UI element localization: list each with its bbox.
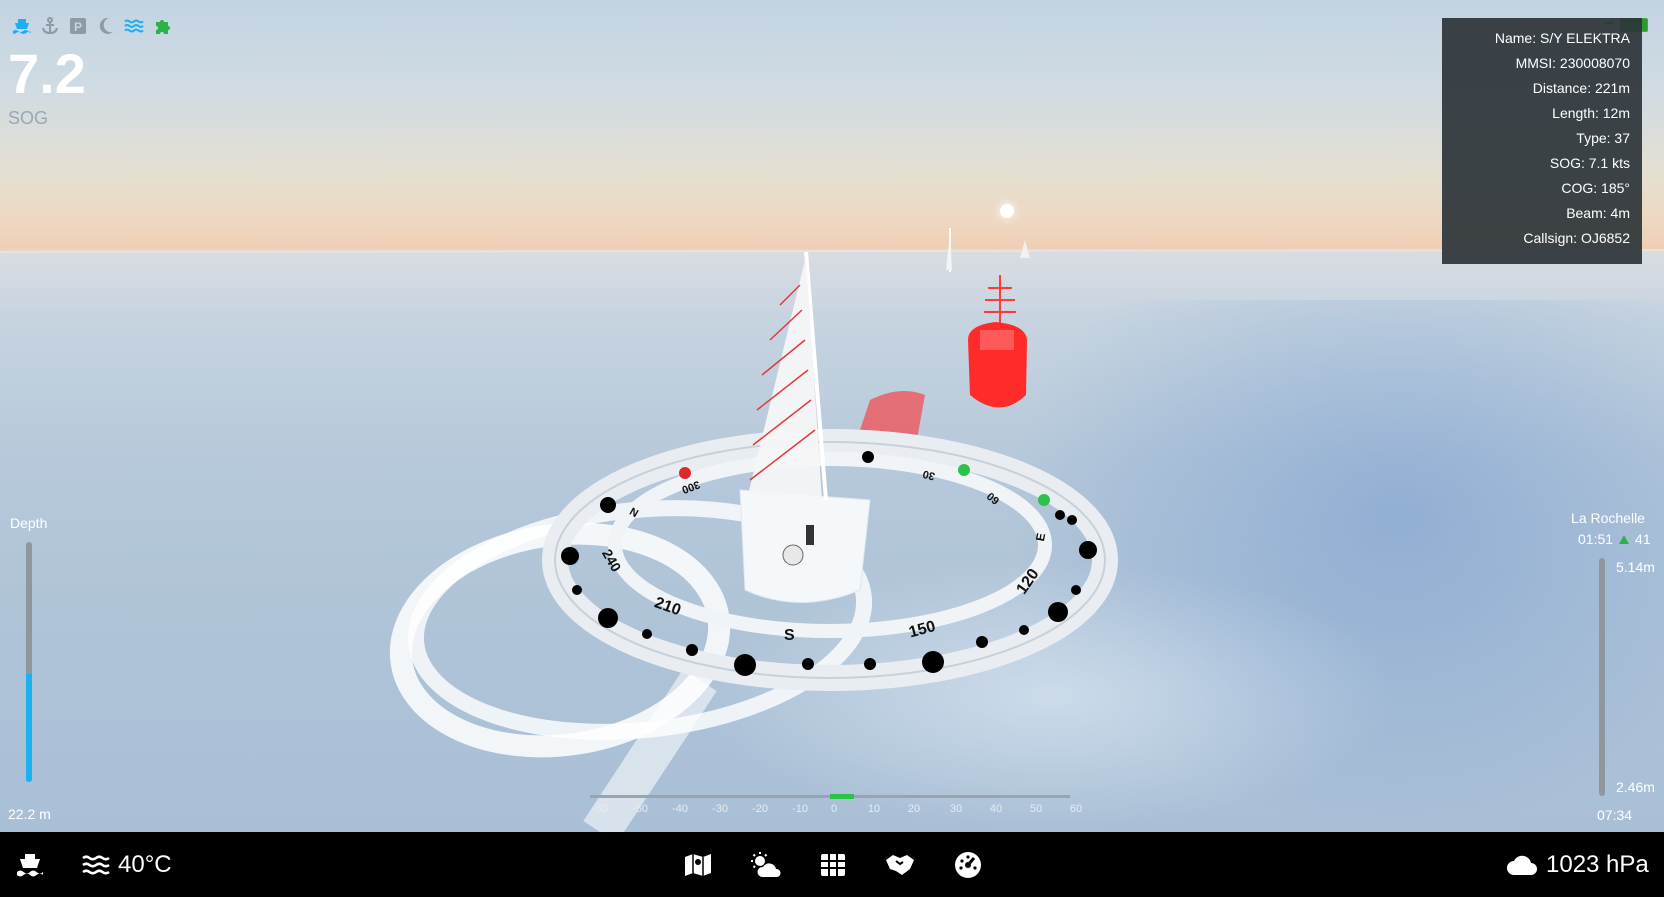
ais-type: Type: 37 <box>1576 130 1630 146</box>
weather-icon <box>751 851 781 877</box>
own-sailboat <box>739 251 871 603</box>
water-temp-button[interactable]: 40°C <box>82 832 172 897</box>
compass-label-s: S <box>784 627 795 644</box>
ais-target-vessel[interactable] <box>855 275 1027 454</box>
handshake-icon <box>886 854 914 875</box>
scale-label: 10 <box>867 803 881 815</box>
ais-callsign: Callsign: OJ6852 <box>1523 230 1630 246</box>
scale-label: 50 <box>1029 803 1043 815</box>
ais-info-panel[interactable]: Name: S/Y ELEKTRA MMSI: 230008070 Distan… <box>1442 18 1642 264</box>
anchor-icon[interactable] <box>40 16 60 36</box>
weather-button[interactable] <box>750 832 782 897</box>
gauge-icon <box>955 851 981 878</box>
tide-status: 01:51 41 <box>1578 531 1651 547</box>
tide-high: 5.14m <box>1616 559 1655 575</box>
scale-label: -40 <box>672 803 688 815</box>
heel-scale: -60 -50 -40 -30 -20 -10 0 10 20 30 40 50… <box>590 793 1082 815</box>
tide-rising-icon <box>1619 534 1630 544</box>
depth-value: 22.2 m <box>8 806 51 822</box>
handshake-button[interactable] <box>884 832 916 897</box>
grid-icon <box>821 853 845 876</box>
svg-text:P: P <box>74 20 82 34</box>
bottom-bar: 40°C 1023 hPa <box>0 832 1664 897</box>
scale-indicator <box>830 794 854 799</box>
tide-gauge <box>1599 558 1605 796</box>
scale-label: -20 <box>752 803 768 815</box>
map-icon <box>685 853 711 876</box>
puzzle-icon[interactable] <box>152 16 172 36</box>
boat-icon <box>17 853 43 876</box>
scale-label: 40 <box>989 803 1003 815</box>
gauge-button[interactable] <box>954 832 982 897</box>
scale-label: 60 <box>1069 803 1083 815</box>
tide-place: La Rochelle <box>1571 510 1645 526</box>
cloud-icon <box>1507 855 1537 875</box>
sog-label: SOG <box>8 108 49 128</box>
sog-value: 7.2 <box>8 42 86 105</box>
3d-scene[interactable]: S 210 240 150 120 E 60 30 N 300 <box>0 0 1664 832</box>
tide-coefficient: 41 <box>1635 531 1651 547</box>
ais-mmsi: MMSI: 230008070 <box>1515 55 1630 71</box>
parking-icon[interactable]: P <box>68 16 88 36</box>
tide-low: 2.46m <box>1616 779 1655 795</box>
tide-time-now: 01:51 <box>1578 531 1614 547</box>
map-button[interactable] <box>684 832 712 897</box>
status-icons: P <box>12 16 172 36</box>
scale-label: -30 <box>712 803 728 815</box>
water-temp-value: 40°C <box>118 850 172 878</box>
depth-gauge-fill <box>26 674 32 782</box>
scale-label: -60 <box>592 803 608 815</box>
grid-button[interactable] <box>820 832 846 897</box>
scale-label: -10 <box>792 803 808 815</box>
ais-name: Name: S/Y ELEKTRA <box>1494 30 1630 46</box>
horizon <box>0 249 1664 253</box>
scale-label: 30 <box>949 803 963 815</box>
depth-gauge <box>26 542 32 782</box>
ais-length: Length: 12m <box>1552 105 1630 121</box>
tide-next-time: 07:34 <box>1597 807 1633 823</box>
distant-sailboat-2 <box>1020 240 1030 258</box>
scene-graphics: S 210 240 150 120 E 60 30 N 300 <box>0 228 1664 832</box>
water-temp-icon <box>82 854 110 875</box>
ais-distance: Distance: 221m <box>1532 80 1630 96</box>
moon-icon[interactable] <box>96 16 116 36</box>
boat-button[interactable] <box>16 832 44 897</box>
pressure-value: 1023 hPa <box>1546 850 1649 878</box>
scale-label: 0 <box>830 803 838 815</box>
depth-title: Depth <box>10 515 48 531</box>
ais-sog: SOG: 7.1 kts <box>1549 155 1630 171</box>
scale-label: 20 <box>907 803 921 815</box>
ais-cog: COG: 185° <box>1561 180 1630 196</box>
pressure-display[interactable]: 1023 hPa <box>1506 832 1649 897</box>
compass-label-210: 210 <box>652 594 683 619</box>
scale-label: -50 <box>632 803 648 815</box>
ais-beam: Beam: 4m <box>1566 205 1630 221</box>
waves-icon[interactable] <box>124 16 144 36</box>
ship-icon[interactable] <box>12 16 32 36</box>
